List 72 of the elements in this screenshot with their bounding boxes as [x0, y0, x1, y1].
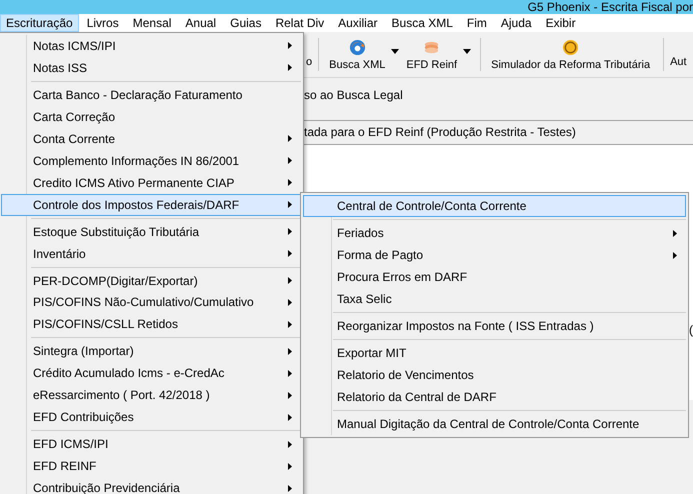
- menu-bar-item[interactable]: Escrituração: [0, 14, 79, 32]
- menu-item[interactable]: Feriados: [303, 222, 686, 244]
- menu-item[interactable]: PER-DCOMP(Digitar/Exportar): [1, 270, 301, 292]
- menu-item[interactable]: PIS/COFINS Não-Cumulativo/Cumulativo: [1, 291, 301, 314]
- menu-item[interactable]: Relatorio de Vencimentos: [303, 364, 686, 386]
- submenu-arrow-icon: [288, 348, 292, 355]
- dropdown-caret-icon[interactable]: [463, 49, 472, 54]
- menu-item[interactable]: Reorganizar Impostos na Fonte ( ISS Entradas ): [303, 315, 686, 337]
- menu-item[interactable]: Controle dos Impostos Federais/DARF: [1, 194, 301, 216]
- menu-item[interactable]: Carta Banco - Declaração Faturamento: [1, 84, 301, 106]
- menu-item[interactable]: Manual Digitação da Central de Controle/Conta Corrente: [303, 413, 686, 435]
- menu-bar-item[interactable]: Busca XML: [386, 14, 459, 32]
- window-title: G5 Phoenix - Escrita Fiscal por: [528, 0, 693, 14]
- submenu-arrow-icon: [288, 64, 292, 72]
- submenu-arrow-icon: [288, 250, 292, 258]
- submenu-arrow-icon: [288, 484, 292, 492]
- menu-bar-item[interactable]: Ajuda: [494, 14, 538, 32]
- submenu-arrow-icon: [288, 298, 292, 306]
- submenu-arrow-icon: [288, 157, 292, 164]
- menu-item[interactable]: Taxa Selic: [303, 288, 686, 310]
- menu-bar-item[interactable]: Relat Div: [269, 14, 330, 32]
- toolbar-button[interactable]: Busca XML: [325, 38, 390, 70]
- menu-item[interactable]: Notas ISS: [1, 56, 301, 79]
- submenu-arrow-icon: [288, 440, 292, 448]
- menu-item[interactable]: EFD ICMS/IPI: [1, 433, 301, 456]
- edge-text: (: [689, 323, 693, 337]
- menu-bar-item[interactable]: Guias: [224, 14, 268, 32]
- submenu-arrow-icon: [673, 230, 677, 236]
- menu-item[interactable]: Conta Corrente: [1, 128, 301, 150]
- submenu-arrow-icon: [288, 228, 292, 236]
- info-text: tada para o EFD Reinf (Produção Restrita - Testes): [304, 125, 576, 139]
- coin-icon: [562, 38, 580, 56]
- menu-bar-item[interactable]: Livros: [80, 14, 125, 32]
- toolbar-button[interactable]: EFD Reinf: [402, 38, 462, 70]
- submenu-arrow-icon: [288, 179, 292, 186]
- toolbar-label[interactable]: Aut: [670, 56, 687, 68]
- submenu-arrow-icon: [288, 370, 292, 377]
- info-text: so ao Busca Legal: [304, 88, 403, 102]
- menu-item[interactable]: Credito ICMS Ativo Permanente CIAP: [1, 172, 301, 194]
- menu-item[interactable]: eRessarcimento ( Port. 42/2018 ): [1, 384, 301, 406]
- menu-bar-item[interactable]: Exibir: [540, 14, 582, 32]
- menu-item[interactable]: Carta Correção: [1, 106, 301, 128]
- toolbar-button[interactable]: Simulador da Reforma Tributária: [487, 38, 654, 70]
- menu-item[interactable]: Estoque Substituição Tributária: [1, 220, 301, 243]
- menu-item[interactable]: Notas ICMS/IPI: [1, 35, 301, 57]
- toolbar-label[interactable]: o: [306, 56, 312, 68]
- menu-item[interactable]: EFD Contribuições: [1, 406, 301, 428]
- menu-item[interactable]: PIS/COFINS/CSLL Retidos: [1, 313, 301, 336]
- dropdown-caret-icon[interactable]: [391, 49, 400, 54]
- submenu-arrow-icon: [288, 320, 292, 328]
- menu-item[interactable]: Procura Erros em DARF: [303, 266, 686, 288]
- submenu-arrow-icon: [288, 201, 292, 208]
- submenu-arrow-icon: [288, 42, 292, 50]
- menu-item[interactable]: Central de Controle/Conta Corrente: [303, 195, 686, 217]
- menu-item[interactable]: Sintegra (Importar): [1, 340, 301, 362]
- submenu-arrow-icon: [288, 462, 292, 470]
- menu-bar-item[interactable]: Anual: [179, 14, 222, 32]
- submenu-arrow-icon: [673, 252, 677, 258]
- submenu-arrow-icon: [288, 414, 292, 421]
- menu-item[interactable]: Crédito Acumulado Icms - e-CredAc: [1, 362, 301, 384]
- menu-item[interactable]: EFD REINF: [1, 455, 301, 478]
- submenu-arrow-icon: [288, 392, 292, 399]
- menu-item[interactable]: Forma de Pagto: [303, 244, 686, 266]
- menu-bar-item[interactable]: Auxiliar: [332, 14, 384, 32]
- menu-bar-item[interactable]: Mensal: [126, 14, 178, 32]
- menu-item[interactable]: Inventário: [1, 242, 301, 265]
- menu-item[interactable]: Complemento Informações IN 86/2001: [1, 150, 301, 172]
- submenu-arrow-icon: [288, 277, 292, 284]
- submenu-arrow-icon: [288, 135, 292, 142]
- menu-item[interactable]: Exportar MIT: [303, 342, 686, 364]
- menu-item[interactable]: Relatorio da Central de DARF: [303, 386, 686, 408]
- menu-bar-item[interactable]: Fim: [460, 14, 493, 32]
